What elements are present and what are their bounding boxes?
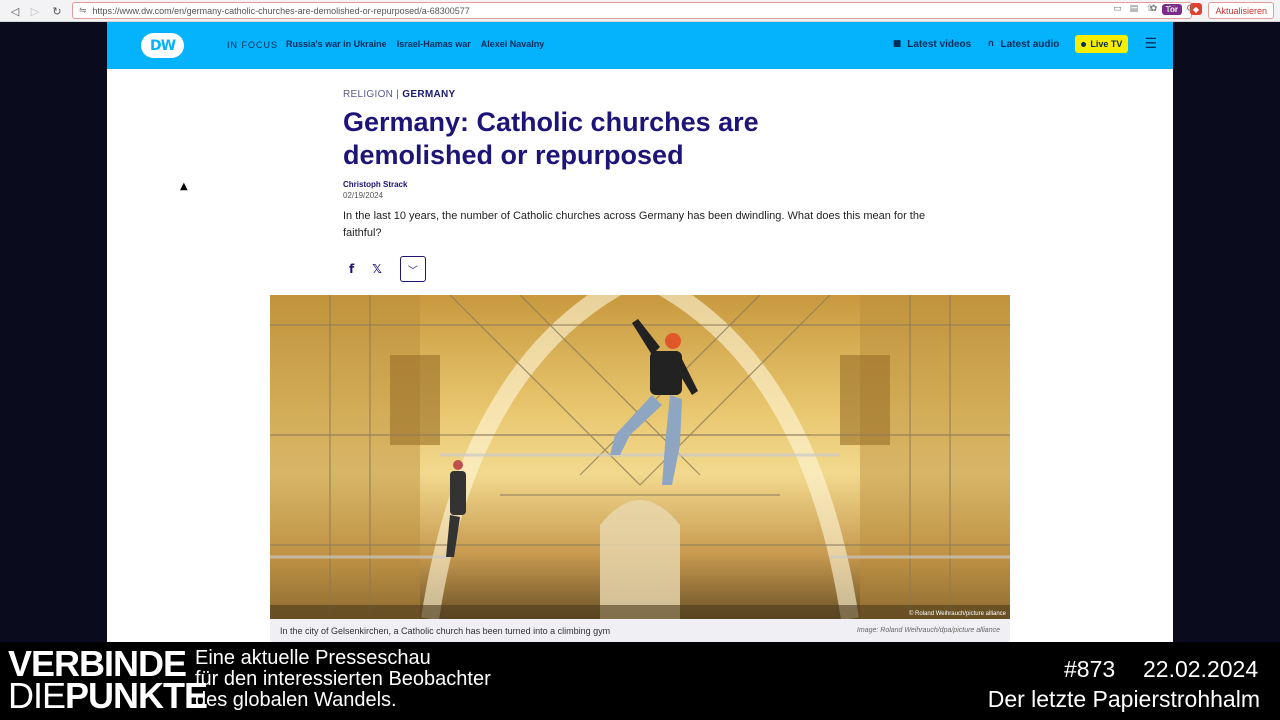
puzzle-icon[interactable]: ⚙ (1186, 4, 1194, 14)
article-teaser: In the last 10 years, the number of Cath… (343, 210, 926, 239)
article-headline: Germany: Catholic churches are demolishe… (343, 107, 759, 170)
tagline-line-3: des globalen Wandels. (195, 689, 397, 711)
kicker-separator: | (393, 89, 403, 100)
article-date: 02/19/2024 (343, 191, 384, 200)
show-banner: VERBINDE DIEPUNKTE Eine aktuelle Presses… (0, 642, 1280, 720)
focus-link-ukraine[interactable]: Russia's war in Ukraine (286, 39, 387, 49)
address-bar[interactable]: ⇋ https://www.dw.com/en/germany-catholic… (72, 2, 1192, 19)
share-bar: f 𝕏 ﹀ (349, 256, 426, 282)
site-header: DW IN FOCUS Russia's war in Ukraine Isra… (107, 22, 1173, 69)
brand-word-punkte: PUNKTE (65, 675, 208, 716)
browser-toolbar: ◁ ▷ ↻ ⇋ https://www.dw.com/en/germany-ca… (0, 0, 1280, 22)
kicker-region[interactable]: GERMANY (402, 89, 455, 100)
episode-date: 22.02.2024 (1143, 656, 1259, 682)
latest-videos-label: Latest videos (907, 38, 972, 50)
tagline-line-1: Eine aktuelle Presseschau (195, 647, 431, 669)
live-tv-button[interactable]: Live TV (1075, 35, 1129, 53)
in-focus-label: IN FOCUS (227, 40, 279, 50)
image-credit: Image: Roland Weihrauch/dpa/picture alli… (856, 627, 1000, 634)
menu-icon[interactable]: ☰ (1144, 36, 1157, 52)
brand-word-die: DIE (8, 675, 66, 716)
facebook-icon[interactable]: f (349, 262, 354, 276)
dw-logo[interactable]: DW (141, 33, 184, 58)
image-caption-bar: In the city of Gelsenkirchen, a Catholic… (270, 619, 1010, 642)
episode-number: #873 (1064, 656, 1116, 682)
kicker-category[interactable]: RELIGION (343, 89, 393, 100)
brand-line-2: DIEPUNKTE (8, 675, 208, 716)
extensions-area: ✿ ▢ ⚙ (1150, 4, 1194, 14)
article-author[interactable]: Christoph Strack (343, 180, 407, 189)
episode-title: Der letzte Papierstrohhalm (987, 686, 1260, 712)
header-actions: ■ Latest videos ∩ Latest audio Live TV ☰ (893, 35, 1157, 53)
tagline-line-2: für den interessierten Beobachter (195, 668, 491, 690)
show-tagline: Eine aktuelle Presseschau für den intere… (195, 648, 491, 711)
cast-icon[interactable]: ▭ (1113, 4, 1122, 14)
wallet-icon[interactable]: ▢ (1167, 4, 1176, 14)
reload-icon[interactable]: ↻ (48, 2, 66, 20)
forward-icon[interactable]: ▷ (26, 2, 44, 20)
live-tv-label: Live TV (1090, 39, 1123, 49)
extension-gear-icon[interactable]: ✿ (1150, 4, 1158, 14)
focus-links: Russia's war in Ukraine Israel-Hamas war… (286, 39, 544, 49)
focus-link-navalny[interactable]: Alexei Navalny (481, 39, 545, 49)
climbing-gym-illustration (270, 295, 1010, 619)
headphones-icon: ∩ (987, 39, 995, 49)
latest-audio-label: Latest audio (1000, 38, 1060, 50)
url-text[interactable]: https://www.dw.com/en/germany-catholic-c… (93, 6, 470, 16)
article-hero-image[interactable]: © Roland Weihrauch/picture alliance (270, 295, 1010, 619)
image-caption: In the city of Gelsenkirchen, a Catholic… (280, 625, 611, 636)
update-button[interactable]: Aktualisieren (1208, 2, 1274, 19)
video-camera-icon: ■ (892, 39, 902, 49)
latest-audio-link[interactable]: ∩ Latest audio (987, 39, 1059, 50)
x-twitter-icon[interactable]: 𝕏 (372, 262, 382, 276)
back-icon[interactable]: ◁ (6, 2, 24, 20)
live-dot-icon (1081, 41, 1087, 47)
web-page: DW IN FOCUS Russia's war in Ukraine Isra… (107, 22, 1173, 642)
mouse-cursor-icon: ▲ (180, 181, 188, 192)
share-more-button[interactable]: ﹀ (399, 256, 426, 282)
reader-mode-icon[interactable]: ▤ (1130, 4, 1139, 14)
focus-link-israel-hamas[interactable]: Israel-Hamas war (397, 39, 471, 49)
latest-videos-link[interactable]: ■ Latest videos (893, 39, 971, 50)
hero-overlay-credit: © Roland Weihrauch/picture alliance (908, 611, 1006, 617)
article-kicker: RELIGION | GERMANY (343, 89, 455, 100)
site-settings-icon[interactable]: ⇋ (79, 6, 87, 16)
